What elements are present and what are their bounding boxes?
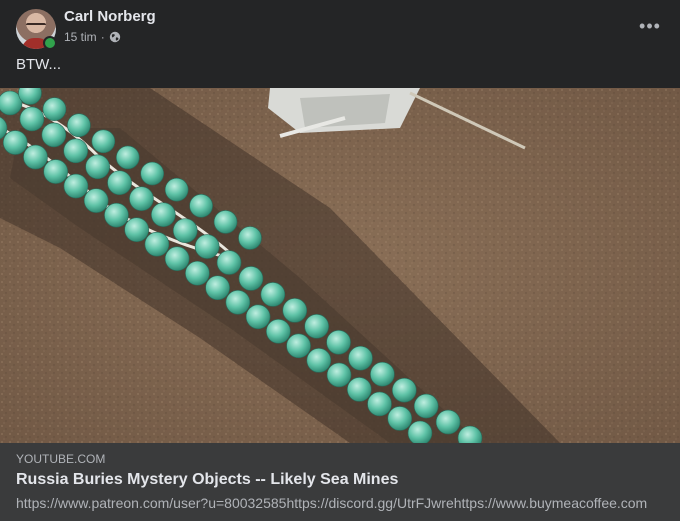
ellipsis-icon: •••: [639, 16, 661, 36]
mine-sphere: [164, 177, 189, 202]
mine-sphere: [387, 406, 413, 431]
mine-sphere: [238, 266, 264, 291]
mine-sphere: [63, 173, 89, 199]
mine-sphere: [367, 391, 392, 417]
mine-sphere: [407, 420, 433, 443]
mine-sphere: [41, 122, 67, 148]
mine-sphere: [2, 130, 28, 155]
post-meta: 15 tim ·: [64, 30, 121, 44]
post-header: Carl Norberg 15 tim · •••: [0, 0, 680, 52]
link-preview-image[interactable]: [0, 88, 680, 443]
mine-sphere: [225, 289, 251, 315]
mine-sphere: [326, 329, 351, 355]
link-title[interactable]: Russia Buries Mystery Objects -- Likely …: [16, 471, 664, 489]
mine-sphere: [245, 304, 271, 330]
mine-sphere: [213, 210, 238, 234]
mine-sphere: [107, 170, 132, 196]
author-name[interactable]: Carl Norberg: [64, 8, 156, 25]
facebook-post: Carl Norberg 15 tim · ••• BTW... YOUTUBE…: [0, 0, 680, 521]
mine-sphere: [83, 188, 109, 213]
mine-sphere: [189, 193, 213, 218]
mine-sphere: [85, 154, 110, 180]
more-options-button[interactable]: •••: [636, 12, 664, 40]
mine-sphere: [266, 319, 291, 344]
mine-sphere: [115, 145, 140, 170]
mine-sphere: [144, 231, 170, 257]
mine-sphere: [194, 234, 220, 259]
mine-sphere: [216, 250, 242, 275]
mine-sphere: [348, 345, 373, 371]
mine-sphere: [435, 409, 461, 435]
mine-sphere: [260, 282, 286, 307]
mine-sphere: [124, 217, 149, 242]
mine-sphere: [43, 159, 69, 184]
mine-sphere: [391, 377, 417, 403]
mine-sphere: [172, 218, 198, 243]
mine-sphere: [326, 362, 352, 388]
online-status-icon: [43, 36, 57, 50]
mine-sphere: [346, 377, 372, 402]
mines-photo: [0, 88, 680, 443]
avatar-glasses: [26, 23, 46, 29]
mine-sphere: [370, 361, 395, 387]
mine-sphere: [129, 186, 154, 212]
mine-sphere: [306, 348, 332, 373]
mine-sphere: [185, 260, 210, 286]
mine-sphere: [67, 113, 91, 138]
mine-sphere: [104, 202, 129, 228]
mine-sphere: [413, 393, 439, 419]
globe-icon[interactable]: [109, 31, 121, 43]
link-preview-card[interactable]: YOUTUBE.COM Russia Buries Mystery Object…: [0, 443, 680, 521]
post-text: BTW...: [16, 56, 61, 73]
mine-sphere: [205, 275, 230, 301]
mine-sphere: [286, 333, 311, 359]
mine-sphere: [238, 226, 262, 250]
meta-separator: ·: [100, 30, 105, 44]
mine-sphere: [140, 161, 165, 186]
mine-sphere: [164, 246, 190, 272]
mine-sphere: [91, 129, 116, 154]
link-description: https://www.patreon.com/user?u=80032585h…: [16, 495, 648, 511]
mine-sphere: [42, 97, 67, 121]
mine-sphere: [19, 106, 45, 132]
mine-sphere: [282, 298, 308, 323]
mine-sphere: [23, 144, 48, 170]
avatar[interactable]: [16, 9, 57, 50]
mine-sphere: [304, 314, 329, 339]
link-domain: YOUTUBE.COM: [16, 452, 106, 466]
mine-sphere: [151, 202, 176, 227]
post-timestamp[interactable]: 15 tim: [64, 30, 97, 44]
mine-sphere: [63, 138, 89, 164]
